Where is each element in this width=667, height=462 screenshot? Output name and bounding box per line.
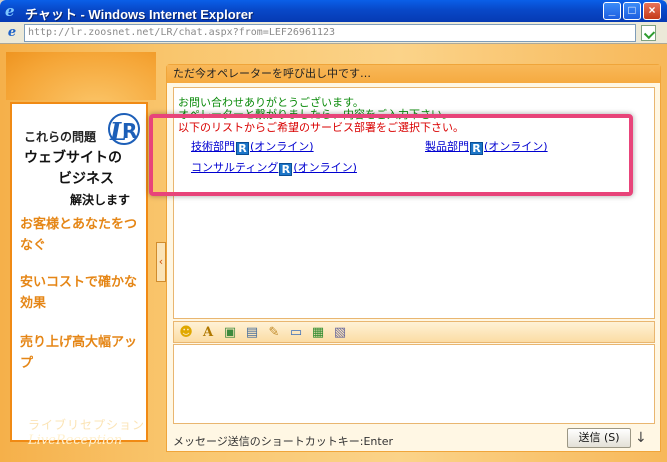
promo-line-1: これらの問題: [24, 130, 97, 144]
department-status: (オンライン): [484, 140, 548, 153]
department-link-consulting[interactable]: コンサルティング R (オンライン): [191, 159, 357, 176]
department-name: 技術部門: [191, 140, 235, 153]
save-icon[interactable]: ▦: [310, 325, 326, 341]
title-bar: e チャット - Windows Internet Explorer _ □ ×: [0, 0, 667, 22]
chat-status: ただ今オペレーターを呼び出し中です…: [167, 65, 660, 83]
lr-badge-icon: R: [279, 163, 293, 176]
file-icon[interactable]: ▧: [332, 325, 348, 341]
minimize-button[interactable]: _: [603, 2, 621, 20]
left-promo-panel: L R これらの問題 ウェブサイトの ビジネス 解決します お客様とあなたをつな…: [6, 52, 156, 462]
promo-list: お客様とあなたをつなぐ 安いコストで確かな効果 売り上げ高大幅アップ: [12, 208, 146, 440]
promo-item: 安いコストで確かな効果: [20, 275, 138, 311]
image-icon[interactable]: ▣: [222, 325, 238, 341]
print-icon[interactable]: ▤: [244, 325, 260, 341]
close-button[interactable]: ×: [643, 2, 661, 20]
promo-line-3: ビジネス: [58, 171, 114, 187]
promo-line-2: ウェブサイトの: [24, 150, 122, 166]
collapse-panel-button[interactable]: ‹: [156, 242, 166, 282]
chat-message: 以下のリストからご希望のサービス部署をご選択下さい。: [178, 121, 464, 134]
address-bar: e http://lr.zoosnet.net/LR/chat.aspx?fro…: [0, 22, 667, 44]
page-content: L R これらの問題 ウェブサイトの ビジネス 解決します お客様とあなたをつな…: [0, 44, 667, 462]
lr-badge-icon: R: [470, 142, 483, 155]
screen-icon[interactable]: ▭: [288, 325, 304, 341]
promo-line-4: 解決します: [70, 193, 131, 207]
message-area: お問い合わせありがとうございます。 オペレーターと繋がりましたら、内容をご入力下…: [173, 87, 655, 319]
ie-logo-icon: e: [5, 2, 15, 20]
department-link-tech[interactable]: 技術部門 R (オンライン): [191, 138, 314, 155]
department-status: (オンライン): [250, 140, 314, 153]
chat-footer: メッセージ送信のショートカットキー:Enter 送信 (S) ↓: [167, 427, 660, 451]
promo-item: お客様とあなたをつなぐ: [20, 217, 138, 253]
address-input[interactable]: http://lr.zoosnet.net/LR/chat.aspx?from=…: [24, 24, 636, 42]
page-ie-icon: e: [7, 25, 17, 40]
lr-logo-icon: L R: [108, 113, 140, 146]
page-status-icon[interactable]: [641, 25, 656, 41]
font-icon[interactable]: A: [200, 325, 216, 341]
send-button[interactable]: 送信 (S): [567, 428, 631, 448]
svg-text:R: R: [122, 119, 137, 143]
smiley-icon[interactable]: ☻: [178, 325, 194, 341]
lr-badge-icon: R: [236, 142, 249, 155]
message-input[interactable]: [173, 344, 655, 424]
window-title: チャット - Windows Internet Explorer: [25, 7, 253, 22]
note-icon[interactable]: ✎: [266, 325, 282, 341]
brand-name-jp: ライブリセプション: [28, 418, 146, 432]
shortcut-hint: メッセージ送信のショートカットキー:Enter: [173, 435, 394, 448]
chat-toolbar: ☻ A ▣ ▤ ✎ ▭ ▦ ▧: [173, 321, 655, 343]
maximize-button[interactable]: □: [623, 2, 641, 20]
promo-item: 売り上げ高大幅アップ: [20, 335, 138, 371]
chat-panel: ただ今オペレーターを呼び出し中です… お問い合わせありがとうございます。 オペレ…: [166, 64, 661, 452]
department-name: 製品部門: [425, 140, 469, 153]
promo-box: L R これらの問題 ウェブサイトの ビジネス 解決します お客様とあなたをつな…: [10, 102, 148, 442]
department-name: コンサルティング: [191, 161, 279, 174]
brand-name-en: LiveReception: [28, 433, 123, 448]
promo-header: L R これらの問題 ウェブサイトの ビジネス 解決します: [12, 104, 146, 208]
left-panel-header: [6, 52, 156, 100]
send-options-icon[interactable]: ↓: [635, 430, 647, 446]
department-status: (オンライン): [293, 161, 357, 174]
department-link-product[interactable]: 製品部門 R (オンライン): [425, 138, 548, 155]
